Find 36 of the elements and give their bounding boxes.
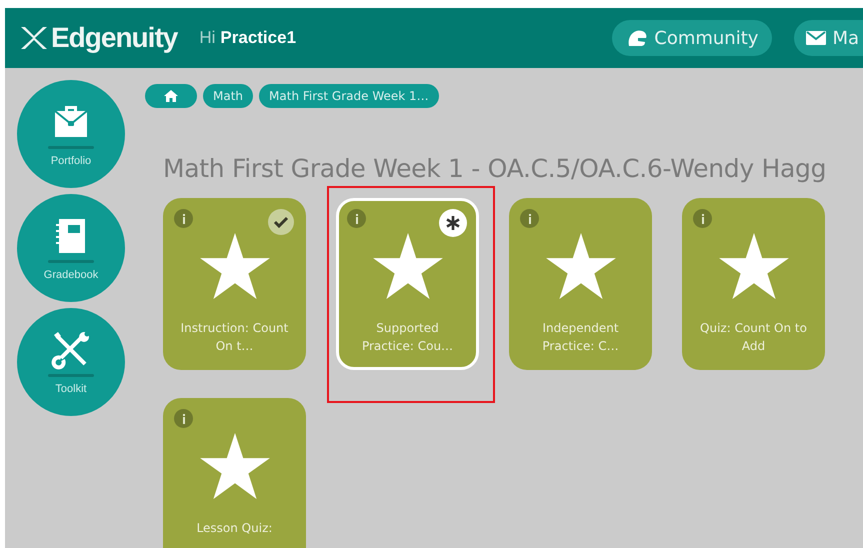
logo-icon xyxy=(19,25,49,51)
home-icon xyxy=(164,90,178,102)
star-icon xyxy=(200,233,270,299)
star-icon xyxy=(546,233,616,299)
portfolio-button[interactable]: Portfolio xyxy=(17,80,125,188)
breadcrumb-link[interactable]: Math First Grade Week 1… xyxy=(259,84,439,108)
activity-label: Supported Practice: Cou… xyxy=(360,320,454,355)
community-button[interactable]: Community xyxy=(612,20,772,56)
star-icon xyxy=(372,233,442,299)
activity-card[interactable]: Lesson Quiz: xyxy=(163,398,306,548)
info-icon xyxy=(182,414,186,424)
info-icon xyxy=(700,214,704,224)
activity-card[interactable]: Instruction: Count On t… xyxy=(163,198,306,370)
messages-button[interactable]: Ma xyxy=(794,20,863,56)
tools-icon xyxy=(51,330,91,370)
activity-label: Lesson Quiz: xyxy=(196,520,274,537)
activity-card[interactable]: Independent Practice: C… xyxy=(509,198,652,370)
user-name: Practice1 xyxy=(220,28,296,48)
page-title: Math First Grade Week 1 - OA.C.5/OA.C.6-Wendy Hagg xyxy=(163,154,828,183)
activity-label: Instruction: Count On t… xyxy=(180,320,290,355)
info-icon xyxy=(354,214,358,224)
gradebook-button[interactable]: Gradebook xyxy=(17,194,125,302)
home-button[interactable] xyxy=(145,84,197,108)
activity-label: Independent Practice: C… xyxy=(541,320,620,355)
toolkit-button[interactable]: Toolkit xyxy=(17,308,125,416)
info-icon xyxy=(182,214,186,224)
activity-card[interactable]: Quiz: Count On to Add xyxy=(682,198,825,370)
greeting-text: Hi xyxy=(199,28,216,48)
mail-icon xyxy=(806,31,826,45)
breadcrumb-link[interactable]: Math xyxy=(203,84,254,108)
activity-card[interactable]: Supported Practice: Cou… xyxy=(336,198,479,370)
star-icon xyxy=(200,433,270,499)
logo-text: Edgenuity xyxy=(51,22,178,54)
info-icon xyxy=(528,214,532,224)
activity-label: Quiz: Count On to Add xyxy=(699,320,808,355)
star-icon xyxy=(718,233,788,299)
